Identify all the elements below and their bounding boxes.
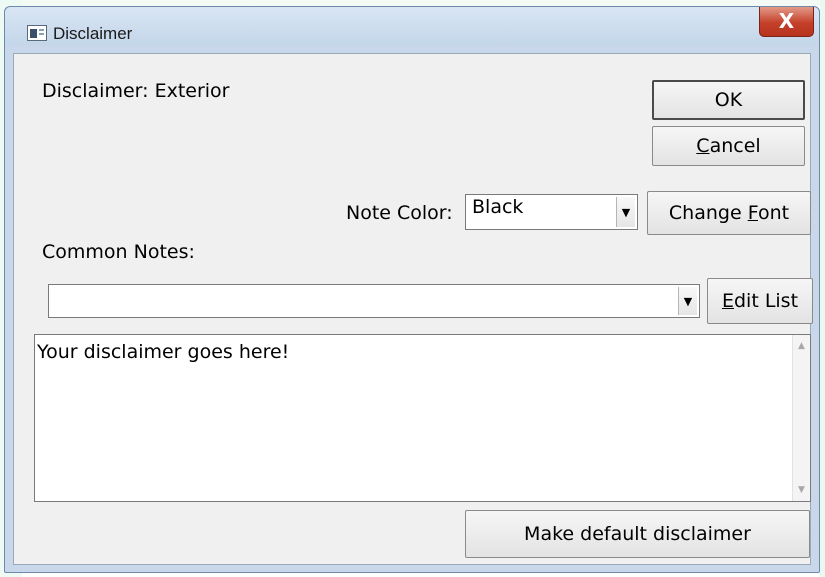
cancel-button[interactable]: Cancel	[652, 126, 805, 166]
background-band	[820, 0, 825, 577]
close-button[interactable]: X	[759, 7, 814, 37]
title-bar[interactable]: Disclaimer X	[5, 7, 819, 45]
common-notes-label: Common Notes:	[42, 241, 195, 263]
disclaimer-heading: Disclaimer: Exterior	[42, 80, 230, 102]
disclaimer-dialog: Disclaimer X Disclaimer: Exterior OK Can…	[4, 6, 820, 573]
edit-list-button-label: Edit List	[721, 290, 799, 312]
chevron-down-icon[interactable]: ▼	[678, 287, 697, 315]
window-title: Disclaimer	[53, 24, 133, 43]
ok-button-label: OK	[714, 89, 743, 111]
disclaimer-textarea[interactable]: Your disclaimer goes here! ▲ ▼	[34, 334, 811, 502]
edit-list-button[interactable]: Edit List	[707, 278, 813, 324]
note-color-label: Note Color:	[346, 202, 453, 224]
note-color-select[interactable]: Black ▼	[465, 194, 638, 230]
app-window-icon	[27, 25, 47, 41]
change-font-button-label: Change Font	[668, 202, 790, 224]
make-default-disclaimer-button[interactable]: Make default disclaimer	[465, 510, 810, 558]
vertical-scrollbar[interactable]: ▲ ▼	[792, 335, 810, 501]
cancel-button-label: Cancel	[696, 135, 761, 157]
make-default-disclaimer-label: Make default disclaimer	[524, 523, 751, 545]
dialog-client-area: Disclaimer: Exterior OK Cancel Note Colo…	[13, 53, 813, 565]
common-notes-select[interactable]: ▼	[48, 284, 700, 318]
disclaimer-text: Your disclaimer goes here!	[37, 341, 290, 363]
close-icon: X	[778, 9, 795, 33]
scroll-up-icon[interactable]: ▲	[793, 337, 810, 355]
change-font-button[interactable]: Change Font	[647, 191, 811, 235]
note-color-value: Black	[472, 196, 524, 218]
chevron-down-icon[interactable]: ▼	[616, 197, 635, 227]
scroll-down-icon[interactable]: ▼	[793, 481, 810, 499]
ok-button[interactable]: OK	[652, 80, 805, 120]
